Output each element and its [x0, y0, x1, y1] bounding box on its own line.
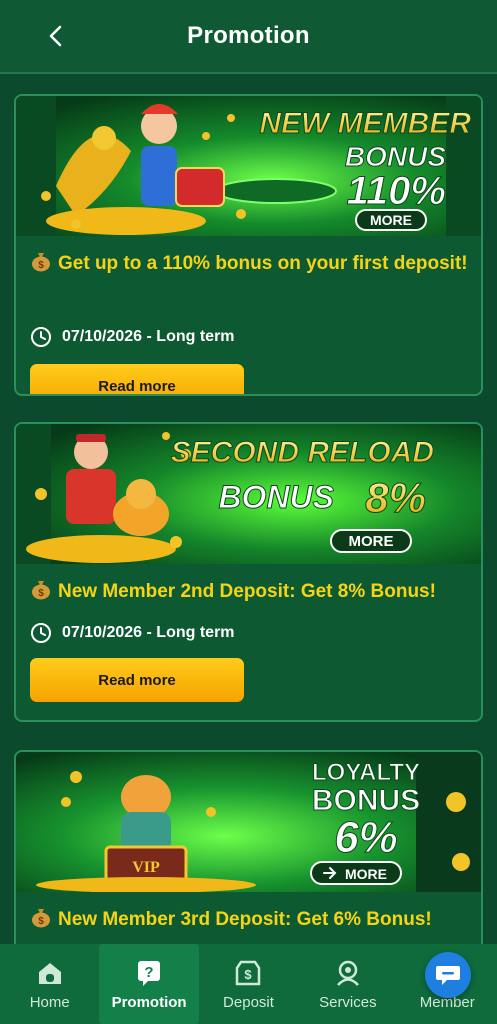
clock-icon [31, 327, 51, 347]
banner-more-label: MORE [349, 533, 394, 550]
tab-deposit-label: Deposit [223, 993, 274, 1011]
svg-text:$: $ [38, 588, 44, 599]
chat-support-button[interactable] [425, 952, 471, 998]
services-icon [336, 960, 359, 986]
bottom-tab-bar: Home ? Promotion $ Deposit Services Memb… [0, 944, 497, 1024]
tab-deposit[interactable]: $ Deposit [199, 944, 298, 1024]
header-bar: Promotion [0, 0, 497, 74]
money-bag-icon: $ [30, 906, 52, 928]
money-bag-icon: $ [30, 578, 52, 600]
promotion-date-text: 07/10/2026 - Long term [62, 624, 235, 641]
banner-percent: 110% [347, 169, 446, 213]
svg-text:$: $ [245, 967, 253, 982]
home-icon [38, 962, 61, 984]
deposit-icon: $ [236, 960, 261, 985]
page-title: Promotion [187, 22, 310, 49]
promotion-list[interactable]: NEW MEMBER BONUS 110% MORE $ Get up to a… [0, 76, 497, 944]
promotion-title-text: Get up to a 110% bonus on your first dep… [58, 253, 468, 274]
promotion-banner-image[interactable]: NEW MEMBER BONUS 110% MORE [16, 96, 481, 236]
promotion-banner-image[interactable]: VIP LOYALTY BONUS 6% MORE [16, 752, 481, 892]
promotion-date-text: 07/10/2026 - Long term [62, 328, 235, 345]
svg-text:$: $ [38, 916, 44, 927]
banner-percent: 6% [334, 813, 398, 862]
banner-more-label: MORE [345, 866, 387, 882]
tab-promotion-label: Promotion [111, 993, 187, 1011]
vip-badge-label: VIP [132, 859, 160, 876]
promotion-banner-image[interactable]: SECOND RELOAD BONUS 8% MORE [16, 424, 481, 564]
banner-percent: 8% [365, 474, 426, 521]
tab-home-label: Home [29, 993, 70, 1011]
banner-headline: LOYALTY [312, 759, 420, 786]
banner-subline: BONUS [218, 479, 334, 515]
promotion-title[interactable]: $ New Member 2nd Deposit: Get 8% Bonus! [30, 576, 469, 607]
promotion-card[interactable]: VIP LOYALTY BONUS 6% MORE $ New Member 3… [14, 750, 483, 944]
promotion-title[interactable]: $ Get up to a 110% bonus on your first d… [30, 248, 469, 279]
read-more-button[interactable]: Read more [30, 658, 244, 702]
promotion-icon: ? [138, 960, 161, 986]
tab-home[interactable]: Home [0, 944, 99, 1024]
promotion-title[interactable]: $ New Member 3rd Deposit: Get 6% Bonus! [30, 904, 469, 935]
chat-bubble-icon [436, 966, 460, 985]
read-more-button[interactable]: Read more [30, 364, 244, 394]
clock-icon [31, 623, 51, 643]
promotion-card[interactable]: SECOND RELOAD BONUS 8% MORE $ New Member… [14, 422, 483, 722]
banner-headline: SECOND RELOAD [171, 436, 434, 469]
tab-promotion[interactable]: ? Promotion [99, 944, 199, 1024]
promotion-title-text: New Member 2nd Deposit: Get 8% Bonus! [58, 581, 436, 602]
money-bag-icon: $ [30, 250, 52, 272]
banner-headline: NEW MEMBER [259, 107, 471, 140]
back-button[interactable] [40, 20, 72, 52]
promotion-card[interactable]: NEW MEMBER BONUS 110% MORE $ Get up to a… [14, 94, 483, 396]
promotion-date: 07/10/2026 - Long term [30, 622, 235, 644]
promotion-date: 07/10/2026 - Long term [30, 326, 235, 348]
chevron-left-icon [49, 25, 62, 47]
promotion-title-text: New Member 3rd Deposit: Get 6% Bonus! [58, 909, 432, 930]
banner-subline: BONUS [345, 141, 446, 172]
banner-more-label: MORE [370, 212, 412, 228]
tab-services[interactable]: Services [298, 944, 397, 1024]
svg-text:$: $ [38, 260, 44, 271]
tab-services-label: Services [319, 993, 377, 1011]
svg-text:?: ? [144, 964, 153, 981]
